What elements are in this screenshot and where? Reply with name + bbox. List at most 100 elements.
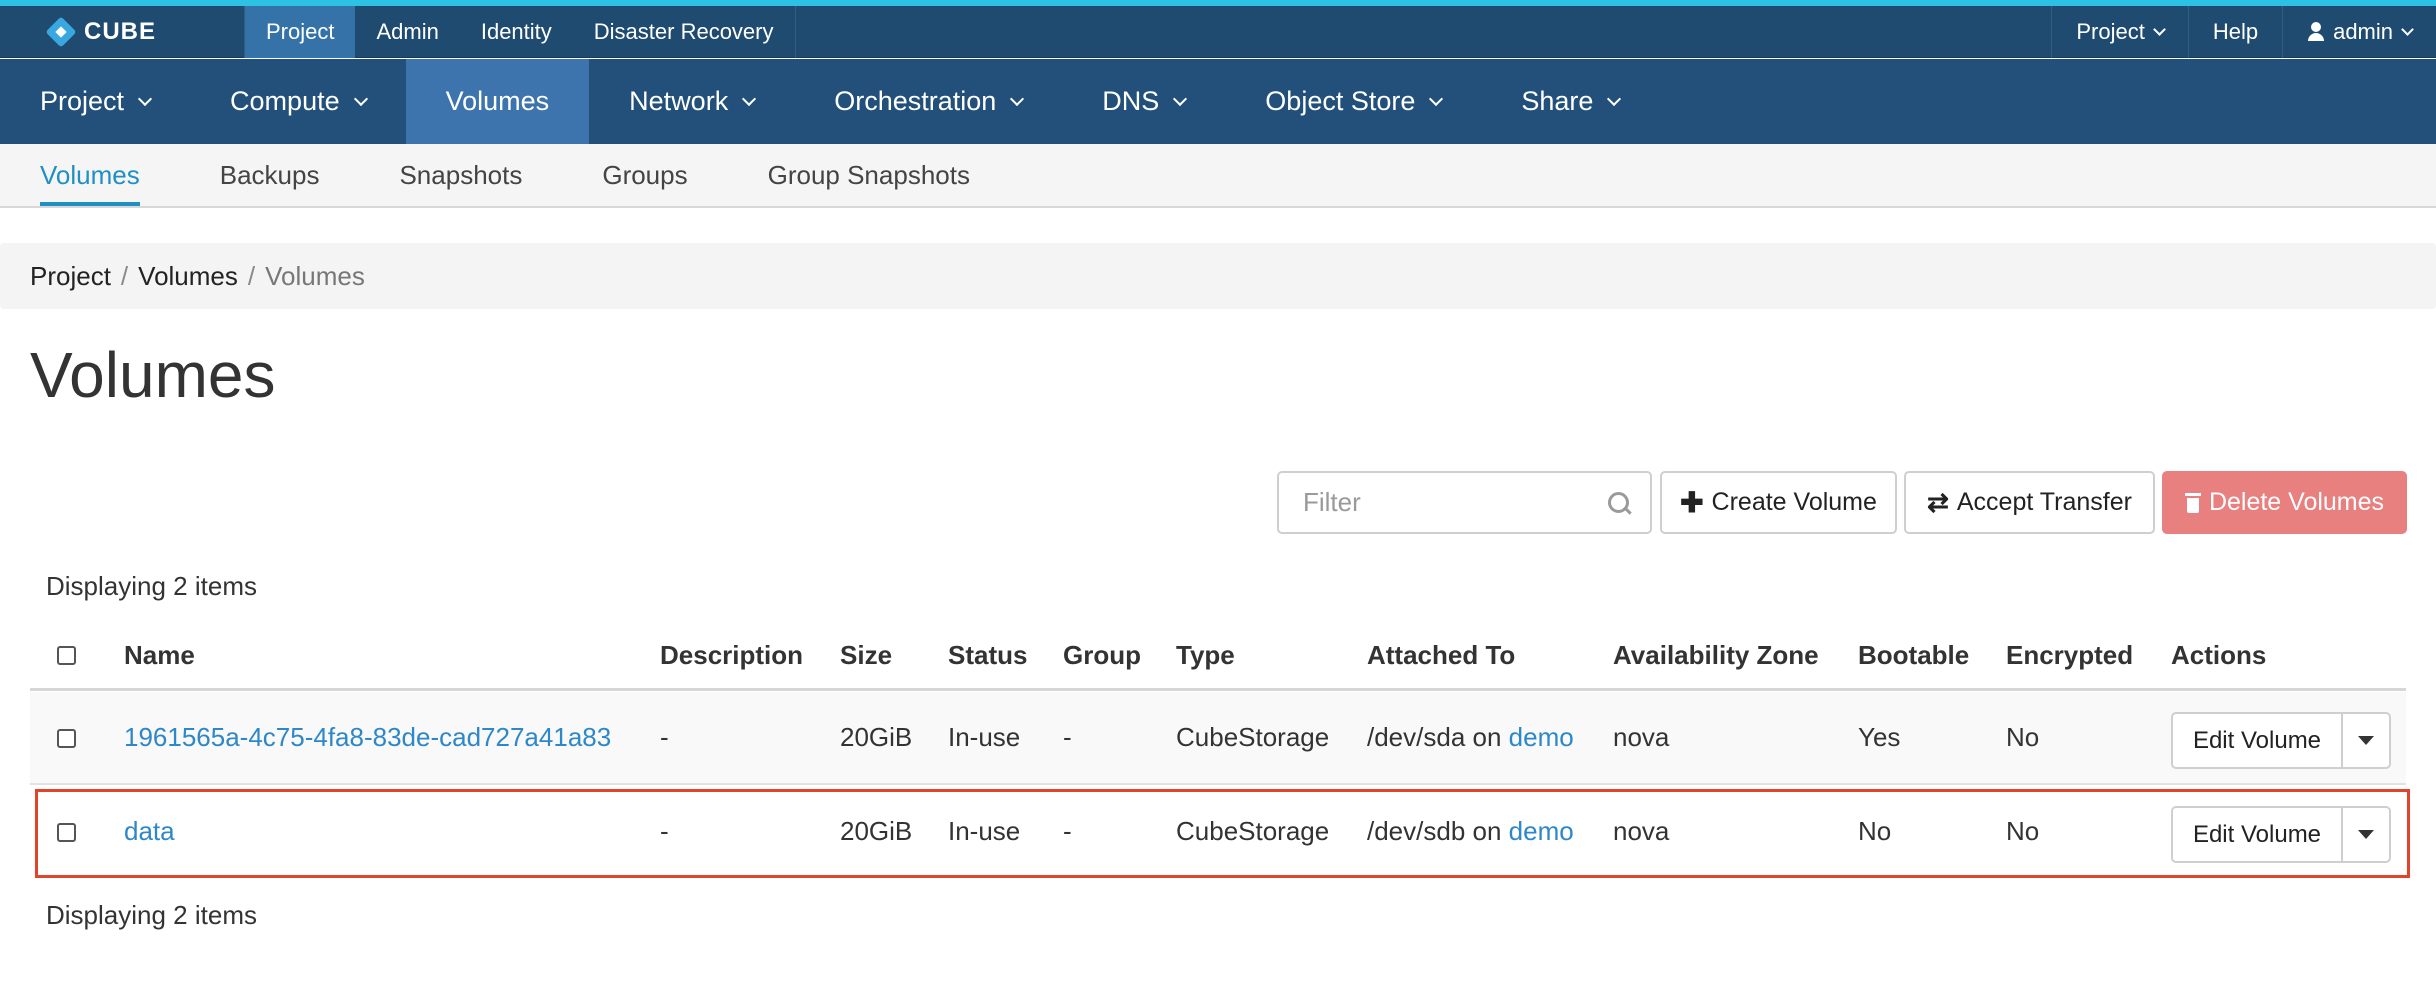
chevron-down-icon bbox=[137, 91, 153, 106]
chevron-down-icon bbox=[353, 91, 368, 106]
volume-type: CubeStorage bbox=[1176, 722, 1330, 752]
tab-backups[interactable]: Backups bbox=[220, 144, 320, 206]
main-nav-compute-label: Compute bbox=[230, 86, 340, 116]
volume-bootable: Yes bbox=[1858, 722, 1901, 752]
volume-status: In-use bbox=[948, 816, 1021, 846]
project-selector-label: Project bbox=[2076, 19, 2145, 44]
volume-size: 20GiB bbox=[840, 722, 913, 752]
edit-volume-button[interactable]: Edit Volume bbox=[2173, 808, 2343, 861]
volume-group: - bbox=[1063, 816, 1072, 846]
help-link[interactable]: Help bbox=[2187, 6, 2282, 58]
main-nav-compute[interactable]: Compute bbox=[190, 59, 406, 144]
edit-volume-button[interactable]: Edit Volume bbox=[2173, 714, 2343, 767]
attached-device: /dev/sda on bbox=[1367, 722, 1509, 752]
column-header-status[interactable]: Status bbox=[948, 640, 1027, 671]
accept-transfer-label: Accept Transfer bbox=[1956, 488, 2132, 516]
main-nav-project-label: Project bbox=[40, 86, 125, 116]
main-nav-dns-label: DNS bbox=[1102, 86, 1160, 116]
delete-volumes-button[interactable]: Delete Volumes bbox=[2162, 471, 2407, 534]
delete-volumes-label: Delete Volumes bbox=[2208, 488, 2385, 516]
attached-instance-link[interactable]: demo bbox=[1509, 816, 1574, 846]
project-selector[interactable]: Project bbox=[2051, 6, 2187, 58]
sub-navbar: Volumes Backups Snapshots Groups Group S… bbox=[0, 144, 2436, 208]
main-nav-orchestration[interactable]: Orchestration bbox=[794, 59, 1062, 144]
cube-logo[interactable]: CUBE bbox=[46, 14, 156, 50]
column-header-encrypted[interactable]: Encrypted bbox=[2006, 640, 2133, 671]
actions-dropdown-toggle[interactable] bbox=[2343, 714, 2389, 767]
chevron-down-icon bbox=[1010, 91, 1025, 106]
select-all-checkbox[interactable] bbox=[57, 646, 76, 665]
row-checkbox[interactable] bbox=[57, 823, 76, 842]
main-nav-network[interactable]: Network bbox=[589, 59, 794, 144]
top-nav-left: Project Admin Identity Disaster Recovery bbox=[244, 6, 796, 58]
top-navbar: CUBE Project Admin Identity Disaster Rec… bbox=[0, 6, 2436, 58]
main-nav-share[interactable]: Share bbox=[1481, 59, 1659, 144]
volume-attached-to: /dev/sdb on demo bbox=[1367, 816, 1574, 847]
main-nav-orchestration-label: Orchestration bbox=[834, 86, 997, 116]
tab-snapshots[interactable]: Snapshots bbox=[399, 144, 522, 206]
attached-device: /dev/sdb on bbox=[1367, 816, 1509, 846]
column-header-description[interactable]: Description bbox=[660, 640, 803, 671]
main-nav-share-label: Share bbox=[1521, 86, 1594, 116]
volume-size: 20GiB bbox=[840, 816, 913, 846]
row-checkbox[interactable] bbox=[57, 729, 76, 748]
column-header-name[interactable]: Name bbox=[124, 640, 195, 671]
breadcrumb-volumes[interactable]: Volumes bbox=[138, 261, 238, 292]
column-header-size[interactable]: Size bbox=[840, 640, 892, 671]
tab-groups[interactable]: Groups bbox=[602, 144, 687, 206]
volume-attached-to: /dev/sda on demo bbox=[1367, 722, 1574, 753]
table-row: data - 20GiB In-use - CubeStorage /dev/s… bbox=[30, 786, 2406, 879]
top-nav-disaster-recovery[interactable]: Disaster Recovery bbox=[573, 6, 795, 58]
transfer-icon: ⇄ bbox=[1927, 487, 1949, 517]
volume-description: - bbox=[660, 816, 669, 846]
help-label: Help bbox=[2212, 19, 2259, 44]
breadcrumb-project[interactable]: Project bbox=[30, 261, 111, 292]
volume-zone: nova bbox=[1613, 816, 1670, 846]
chevron-down-icon bbox=[742, 91, 757, 106]
main-nav-volumes-label: Volumes bbox=[445, 86, 550, 116]
item-count-bottom: Displaying 2 items bbox=[46, 900, 257, 930]
chevron-down-icon bbox=[1173, 91, 1188, 106]
main-nav-project[interactable]: Project bbox=[0, 59, 190, 144]
top-nav-identity[interactable]: Identity bbox=[460, 6, 573, 58]
column-header-bootable[interactable]: Bootable bbox=[1858, 640, 1969, 671]
column-header-availability-zone[interactable]: Availability Zone bbox=[1613, 640, 1819, 671]
volume-name-link[interactable]: data bbox=[124, 816, 175, 847]
plus-icon: ✚ bbox=[1680, 487, 1704, 518]
column-header-attached-to[interactable]: Attached To bbox=[1367, 640, 1515, 671]
breadcrumb-separator: / bbox=[247, 260, 256, 291]
tab-volumes[interactable]: Volumes bbox=[40, 144, 140, 206]
caret-down-icon bbox=[2358, 736, 2374, 745]
column-header-group[interactable]: Group bbox=[1063, 640, 1141, 671]
top-nav-project[interactable]: Project bbox=[245, 6, 356, 58]
table-header: Name Description Size Status Group Type … bbox=[30, 625, 2406, 691]
main-nav-object-store[interactable]: Object Store bbox=[1225, 59, 1481, 144]
row-actions: Edit Volume bbox=[2171, 806, 2391, 863]
main-nav-volumes[interactable]: Volumes bbox=[405, 59, 590, 144]
chevron-down-icon bbox=[1607, 91, 1622, 106]
volume-type: CubeStorage bbox=[1176, 816, 1330, 846]
trash-icon bbox=[2184, 492, 2201, 513]
create-volume-button[interactable]: ✚ Create Volume bbox=[1660, 471, 1897, 534]
caret-down-icon bbox=[2358, 830, 2374, 839]
chevron-down-icon bbox=[2401, 23, 2414, 36]
volume-name-link[interactable]: 1961565a-4c75-4fa8-83de-cad727a41a83 bbox=[124, 722, 611, 753]
breadcrumb-current: Volumes bbox=[265, 260, 365, 291]
volume-status: In-use bbox=[948, 722, 1021, 752]
filter-field bbox=[1277, 471, 1652, 534]
column-header-type[interactable]: Type bbox=[1176, 640, 1235, 671]
tab-group-snapshots[interactable]: Group Snapshots bbox=[768, 144, 970, 206]
top-nav-admin[interactable]: Admin bbox=[355, 6, 459, 58]
accept-transfer-button[interactable]: ⇄ Accept Transfer bbox=[1904, 471, 2155, 534]
search-icon[interactable] bbox=[1608, 492, 1632, 516]
filter-input[interactable] bbox=[1279, 473, 1599, 532]
user-menu[interactable]: admin bbox=[2282, 6, 2436, 58]
page-title: Volumes bbox=[30, 339, 276, 411]
breadcrumb-separator: / bbox=[120, 260, 129, 291]
attached-instance-link[interactable]: demo bbox=[1509, 722, 1574, 752]
user-name: admin bbox=[2333, 19, 2393, 44]
chevron-down-icon bbox=[1429, 91, 1444, 106]
main-nav-dns[interactable]: DNS bbox=[1062, 59, 1225, 144]
actions-dropdown-toggle[interactable] bbox=[2343, 808, 2389, 861]
volume-description: - bbox=[660, 722, 669, 752]
